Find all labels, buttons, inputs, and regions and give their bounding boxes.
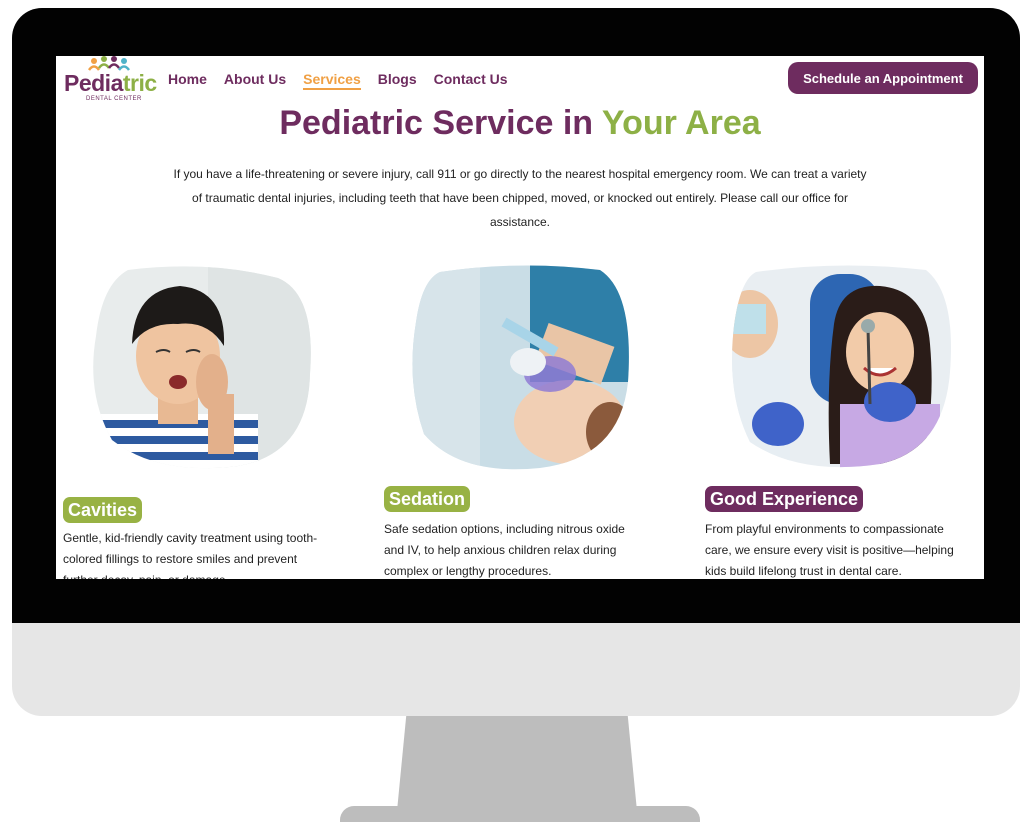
good-experience-heading: Good Experience <box>705 486 864 512</box>
site-logo[interactable]: Pediatric DENTAL CENTER <box>60 56 157 110</box>
logo-wordmark: Pediatric <box>64 70 157 96</box>
cavities-image <box>88 264 318 472</box>
nav-blogs[interactable]: Blogs <box>378 71 417 90</box>
schedule-appointment-button[interactable]: Schedule an Appointment <box>788 62 978 94</box>
monitor-stand-base <box>340 806 700 822</box>
nav-contact-us[interactable]: Contact Us <box>434 71 508 90</box>
cavities-heading: Cavities <box>63 497 143 523</box>
nav-services[interactable]: Services <box>303 71 361 90</box>
nav-about-us[interactable]: About Us <box>224 71 286 90</box>
website-screen: Pediatric DENTAL CENTER Home About Us Se… <box>56 56 984 579</box>
good-experience-image <box>730 264 956 472</box>
cavities-description: Gentle, kid-friendly cavity treatment us… <box>63 531 318 579</box>
sedation-image <box>410 262 634 472</box>
main-nav: Home About Us Services Blogs Contact Us <box>168 71 508 90</box>
logo-subtitle: DENTAL CENTER <box>86 96 142 102</box>
sedation-heading: Sedation <box>384 486 471 512</box>
nav-home[interactable]: Home <box>168 71 207 90</box>
page-title: Pediatric Service in Your Area <box>279 104 761 142</box>
good-experience-description: From playful environments to compassiona… <box>705 522 954 578</box>
intro-paragraph: If you have a life-threatening or severe… <box>173 167 867 229</box>
sedation-description: Safe sedation options, including nitrous… <box>384 522 625 578</box>
